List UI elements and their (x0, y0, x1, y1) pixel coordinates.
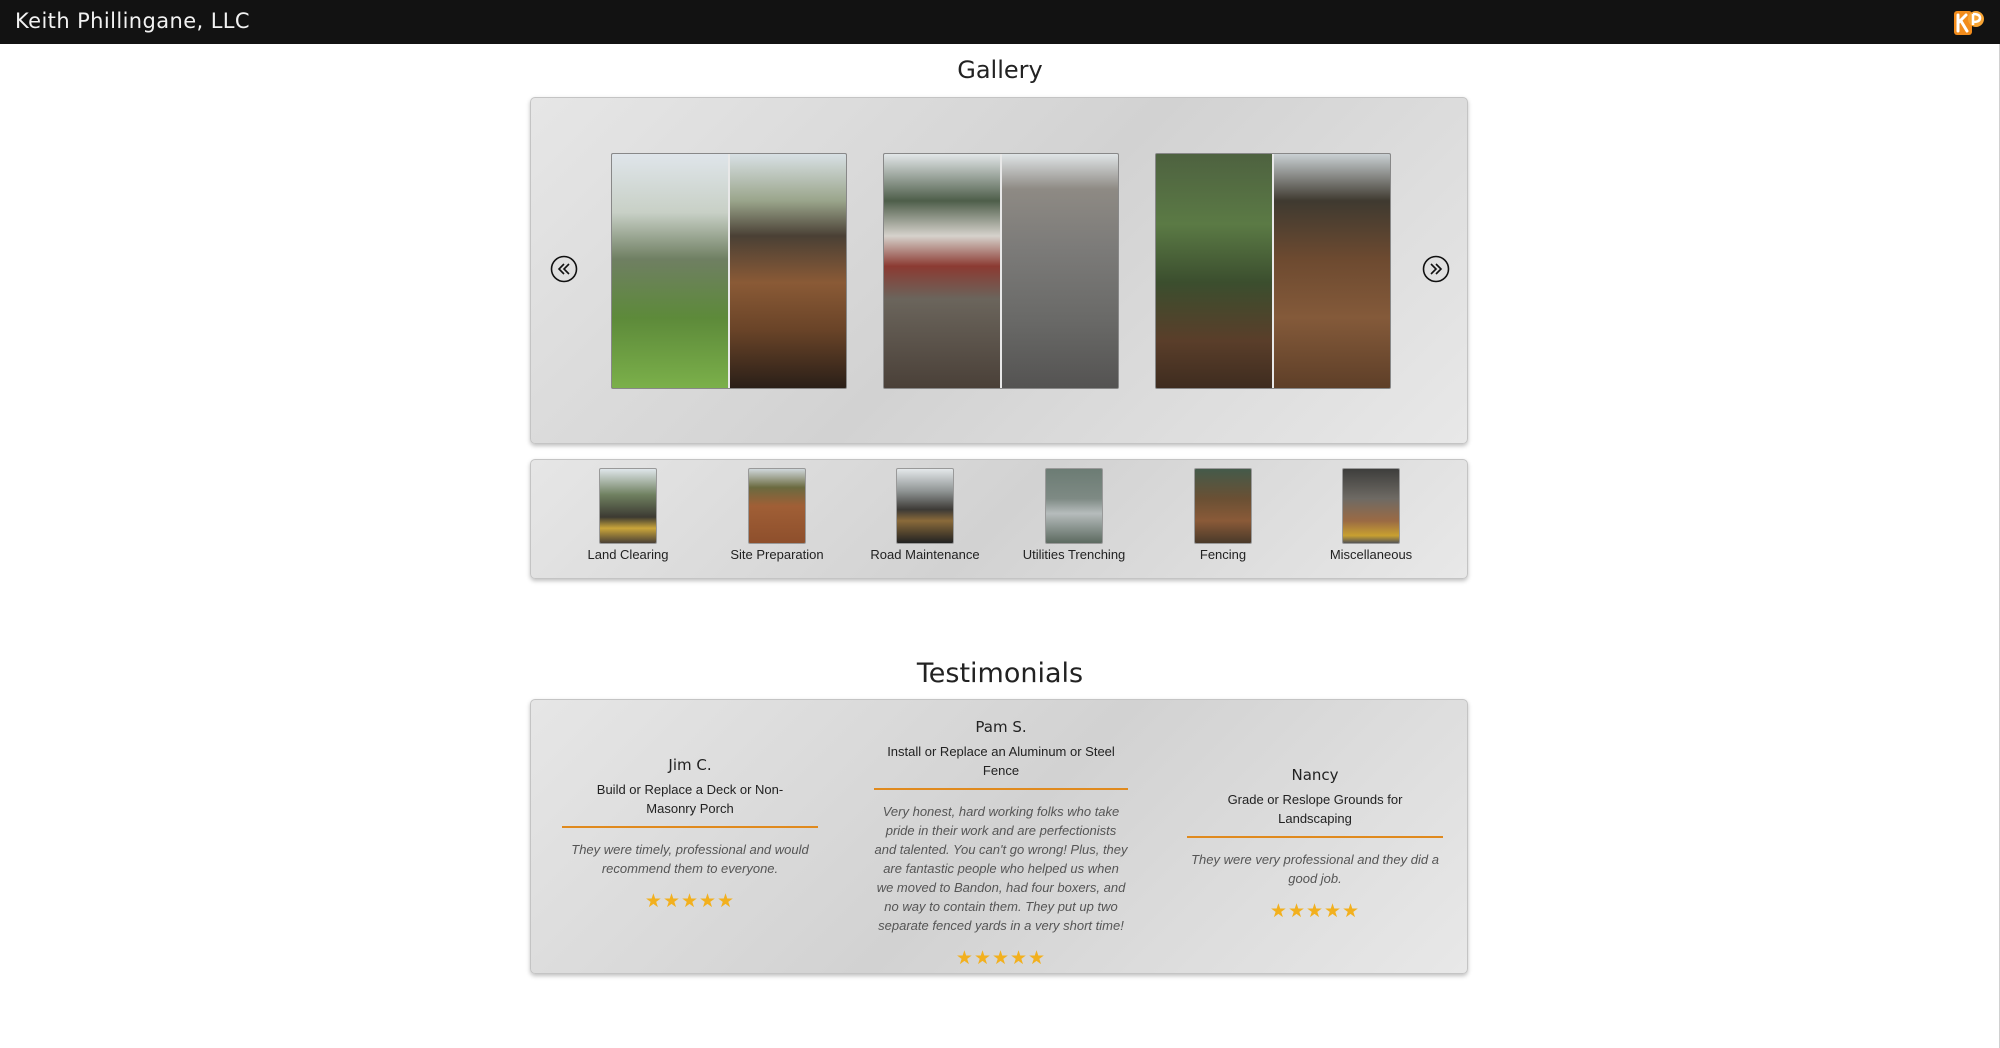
gallery-slide-road[interactable] (883, 153, 1119, 389)
before-photo (612, 154, 728, 388)
review-quote: They were timely, professional and would… (571, 842, 809, 876)
chevron-double-left-icon[interactable] (550, 255, 578, 283)
category-utilities-trenching[interactable]: Utilities Trenching (999, 468, 1149, 562)
before-photo (884, 154, 1000, 388)
star-rating: ★★★★★ (644, 891, 736, 912)
category-thumbnail (748, 468, 806, 544)
category-site-preparation[interactable]: Site Preparation (702, 468, 852, 562)
category-thumbnail (599, 468, 657, 544)
service-name: Grade or Reslope Grounds for Landscaping (1227, 792, 1403, 826)
star-rating: ★★★★★ (1269, 901, 1361, 922)
category-label: Site Preparation (730, 547, 824, 562)
reviewer-name: Nancy (1291, 766, 1339, 784)
testimonial-card: Pam S. Install or Replace an Aluminum or… (874, 718, 1128, 970)
reviewer-name: Pam S. (975, 718, 1027, 736)
category-thumbnail (1342, 468, 1400, 544)
divider (1187, 836, 1443, 838)
testimonials-title: Testimonials (916, 658, 1084, 689)
category-land-clearing[interactable]: Land Clearing (553, 468, 703, 562)
top-navbar: Keith Phillingane, LLC (0, 0, 2000, 44)
review-quote: Very honest, hard working folks who take… (874, 804, 1128, 933)
star-rating: ★★★★★ (955, 948, 1047, 969)
category-thumbnail (896, 468, 954, 544)
testimonial-card: Nancy Grade or Reslope Grounds for Lands… (1187, 766, 1443, 923)
after-photo (728, 154, 846, 388)
category-fencing[interactable]: Fencing (1148, 468, 1298, 562)
gallery-carousel (530, 97, 1468, 444)
service-name: Build or Replace a Deck or Non-Masonry P… (596, 782, 784, 816)
category-label: Road Maintenance (870, 547, 980, 562)
divider (874, 788, 1128, 790)
gallery-title: Gallery (957, 56, 1043, 84)
page: Keith Phillingane, LLC Gallery Land Clea… (0, 0, 2000, 1048)
category-thumbnail (1194, 468, 1252, 544)
kp-logo-icon[interactable] (1952, 5, 1986, 39)
category-thumbnail (1045, 468, 1103, 544)
category-road-maintenance[interactable]: Road Maintenance (850, 468, 1000, 562)
brand-title[interactable]: Keith Phillingane, LLC (15, 9, 250, 33)
testimonial-card: Jim C. Build or Replace a Deck or Non-Ma… (562, 756, 818, 913)
category-label: Utilities Trenching (1022, 547, 1126, 562)
service-name: Install or Replace an Aluminum or Steel … (887, 744, 1115, 778)
category-label: Land Clearing (587, 547, 669, 562)
gallery-slide-clearing[interactable] (1155, 153, 1391, 389)
before-photo (1156, 154, 1272, 388)
category-label: Miscellaneous (1329, 547, 1413, 562)
after-photo (1272, 154, 1390, 388)
testimonials-panel: Jim C. Build or Replace a Deck or Non-Ma… (530, 699, 1468, 974)
category-miscellaneous[interactable]: Miscellaneous (1296, 468, 1446, 562)
divider (562, 826, 818, 828)
category-label: Fencing (1199, 547, 1247, 562)
gallery-category-strip: Land Clearing Site Preparation Road Main… (530, 459, 1468, 579)
after-photo (1000, 154, 1118, 388)
reviewer-name: Jim C. (668, 756, 712, 774)
review-quote: They were very professional and they did… (1191, 852, 1439, 886)
gallery-slide-land-clearing[interactable] (611, 153, 847, 389)
chevron-double-right-icon[interactable] (1422, 255, 1450, 283)
